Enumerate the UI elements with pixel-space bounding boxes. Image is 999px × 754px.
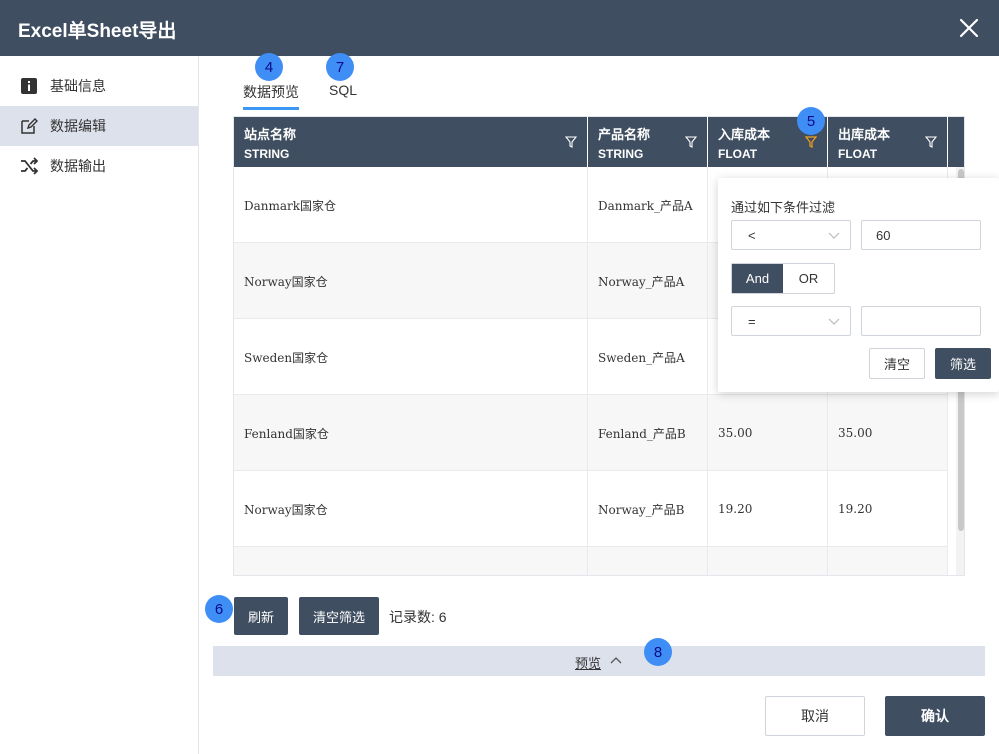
cell-product xyxy=(588,547,708,575)
sidebar-item-data-output[interactable]: 数据输出 xyxy=(0,146,198,186)
record-count: 记录数: 6 xyxy=(389,609,447,625)
title-bar: Excel单Sheet导出 xyxy=(0,0,999,56)
annotation-badge-5: 5 xyxy=(797,107,825,135)
chevron-down-icon xyxy=(828,232,840,239)
cell-product: Norway_产品A xyxy=(588,243,708,319)
table-header: 站点名称 STRING 产品名称 STRING 入库成本 FLOAT 出库成本 … xyxy=(234,117,964,167)
confirm-button[interactable]: 确认 xyxy=(885,696,985,736)
cell-product: Danmark_产品A xyxy=(588,167,708,243)
cell-site xyxy=(234,547,588,575)
cell-site: Danmark国家仓 xyxy=(234,167,588,243)
column-name: 出库成本 xyxy=(838,127,891,142)
filter-icon[interactable] xyxy=(565,136,577,148)
column-header-product-name: 产品名称 STRING xyxy=(588,117,708,167)
tab-sql[interactable]: SQL xyxy=(329,82,357,98)
operator-select-1[interactable]: < xyxy=(731,220,851,250)
table-row xyxy=(234,547,948,575)
sidebar-item-label: 基础信息 xyxy=(50,78,106,94)
tab-data-preview[interactable]: 数据预览 xyxy=(243,82,299,110)
cell-site: Sweden国家仓 xyxy=(234,319,588,395)
column-name: 产品名称 xyxy=(598,127,651,142)
cell-outbound xyxy=(828,547,948,575)
column-header-site-name: 站点名称 STRING xyxy=(234,117,588,167)
shuffle-icon xyxy=(20,157,38,175)
filter-popover: 通过如下条件过滤 < 60 And OR = 清空 筛选 xyxy=(718,178,999,392)
edit-icon xyxy=(20,117,38,135)
table-row: Norway国家仓 Norway_产品B 19.20 19.20 xyxy=(234,471,948,547)
info-icon xyxy=(20,77,38,95)
annotation-badge-8: 8 xyxy=(644,638,672,666)
operator-select-2[interactable]: = xyxy=(731,306,851,336)
preview-toggle-label[interactable]: 预览 xyxy=(575,653,601,672)
column-type: FLOAT xyxy=(838,147,878,161)
cell-outbound: 35.00 xyxy=(828,395,948,471)
refresh-button[interactable]: 刷新 xyxy=(234,597,288,635)
column-header-outbound-cost: 出库成本 FLOAT xyxy=(828,117,948,167)
cell-product: Sweden_产品A xyxy=(588,319,708,395)
cell-inbound xyxy=(708,547,828,575)
column-type: STRING xyxy=(244,147,290,161)
close-icon[interactable] xyxy=(957,16,981,40)
filter-value-input-2[interactable] xyxy=(861,306,981,336)
cell-outbound: 19.20 xyxy=(828,471,948,547)
annotation-badge-4: 4 xyxy=(255,53,283,81)
column-type: STRING xyxy=(598,147,644,161)
filter-value-input-1[interactable]: 60 xyxy=(861,220,981,250)
operator-select-value: < xyxy=(748,227,756,243)
clear-filter-button[interactable]: 清空筛选 xyxy=(299,597,379,635)
chevron-up-icon[interactable] xyxy=(610,655,622,667)
column-type: FLOAT xyxy=(718,147,758,161)
operator-select-value: = xyxy=(748,313,756,329)
filter-apply-button[interactable]: 筛选 xyxy=(935,348,991,379)
annotation-badge-6: 6 xyxy=(205,595,233,623)
column-name: 入库成本 xyxy=(718,127,771,142)
chevron-down-icon xyxy=(828,318,840,325)
cell-inbound: 35.00 xyxy=(708,395,828,471)
preview-collapse-bar[interactable]: 预览 xyxy=(213,646,985,676)
sidebar-item-label: 数据编辑 xyxy=(50,118,106,134)
filter-icon[interactable] xyxy=(685,136,697,148)
annotation-badge-7: 7 xyxy=(326,53,354,81)
sidebar-item-data-edit[interactable]: 数据编辑 xyxy=(0,106,198,146)
sidebar: 基础信息 数据编辑 数据输出 xyxy=(0,56,199,754)
table-row: Fenland国家仓 Fenland_产品B 35.00 35.00 xyxy=(234,395,948,471)
cell-product: Fenland_产品B xyxy=(588,395,708,471)
sidebar-item-label: 数据输出 xyxy=(50,158,106,174)
window-title: Excel单Sheet导出 xyxy=(18,21,177,42)
filter-popover-title: 通过如下条件过滤 xyxy=(731,200,836,215)
column-name: 站点名称 xyxy=(244,127,297,142)
filter-icon[interactable] xyxy=(925,136,937,148)
sidebar-item-basic-info[interactable]: 基础信息 xyxy=(0,66,198,106)
logic-toggle: And OR xyxy=(731,263,835,294)
cell-site: Norway国家仓 xyxy=(234,471,588,547)
cell-inbound: 19.20 xyxy=(708,471,828,547)
cell-product: Norway_产品B xyxy=(588,471,708,547)
and-toggle-button[interactable]: And xyxy=(732,264,783,293)
filter-clear-button[interactable]: 清空 xyxy=(869,348,925,379)
cell-site: Fenland国家仓 xyxy=(234,395,588,471)
cell-site: Norway国家仓 xyxy=(234,243,588,319)
filter-icon-active[interactable] xyxy=(805,136,817,148)
or-toggle-button[interactable]: OR xyxy=(783,264,834,293)
cancel-button[interactable]: 取消 xyxy=(765,696,865,736)
